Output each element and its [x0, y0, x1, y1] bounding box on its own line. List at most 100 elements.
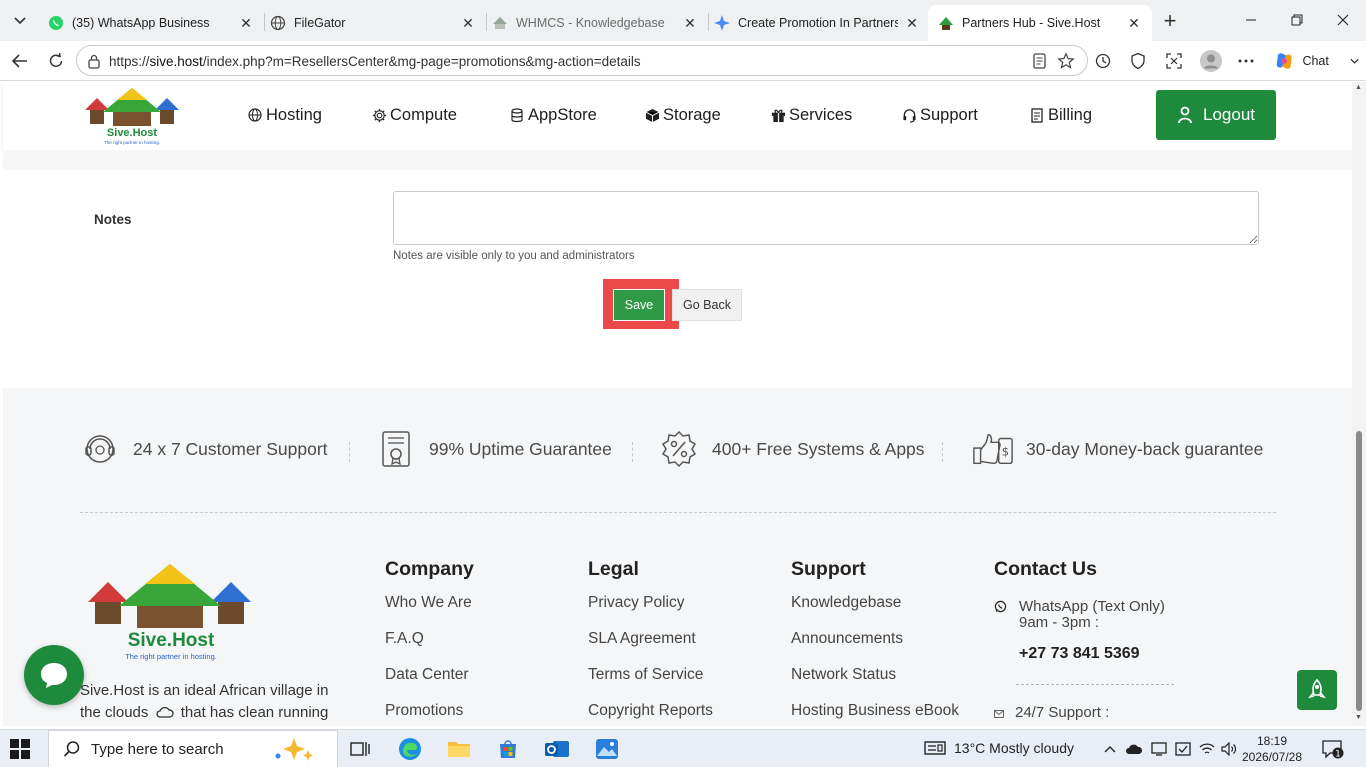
page-scrollbar[interactable]: ▲ ▼: [1352, 82, 1366, 726]
footer-link[interactable]: Promotions: [385, 702, 474, 726]
sparkle-icon: [714, 15, 730, 31]
sive-host-favicon-icon: [939, 17, 953, 30]
nav-appstore[interactable]: AppStore: [509, 104, 597, 126]
tab-label: FileGator: [294, 16, 346, 30]
reader-mode-icon[interactable]: [1030, 52, 1048, 70]
footer-link[interactable]: Terms of Service: [588, 666, 713, 702]
volume-icon[interactable]: [1220, 740, 1238, 758]
nav-billing[interactable]: Billing: [1029, 104, 1092, 126]
footer-link[interactable]: Privacy Policy: [588, 594, 713, 630]
shield-icon[interactable]: [1128, 51, 1148, 71]
close-tab-icon[interactable]: ✕: [238, 15, 254, 31]
tray-overflow-icon[interactable]: [1101, 740, 1119, 758]
whatsapp-icon: [49, 16, 63, 30]
edge-browser-icon[interactable]: [396, 735, 424, 763]
notification-count: 1: [1335, 750, 1341, 760]
chevron-down-icon: [1350, 58, 1359, 64]
url-text: https://sive.host/index.php?m=ResellersC…: [109, 54, 641, 69]
nav-label: AppStore: [528, 105, 597, 124]
footer-link[interactable]: Data Center: [385, 666, 474, 702]
footer-link[interactable]: Hosting Business eBook: [791, 702, 959, 726]
nav-storage[interactable]: Storage: [644, 104, 721, 126]
footer-col-contact: Contact Us: [994, 558, 1097, 594]
refresh-icon[interactable]: [41, 47, 71, 75]
windows-start-icon[interactable]: [10, 739, 30, 759]
minimize-icon[interactable]: [1228, 0, 1274, 40]
footer-link[interactable]: Network Status: [791, 666, 959, 702]
feature-label: 99% Uptime Guarantee: [429, 438, 612, 459]
footer-link[interactable]: Knowledgebase: [791, 594, 959, 630]
onedrive-icon[interactable]: [1125, 740, 1143, 758]
taskbar-clock[interactable]: 18:19 2026/07/28: [1240, 733, 1304, 765]
tab-whmcs[interactable]: WHMCS - Knowledgebase ✕: [482, 5, 708, 41]
microsoft-store-icon[interactable]: [494, 735, 522, 763]
tab-label: (35) WhatsApp Business: [72, 16, 210, 30]
close-tab-icon[interactable]: ✕: [682, 15, 698, 31]
tab-create-promotion[interactable]: Create Promotion In Partners H ✕: [704, 5, 930, 41]
new-tab-icon[interactable]: +: [1157, 8, 1183, 33]
contact-whatsapp-hours: 9am - 3pm :: [1019, 614, 1100, 631]
taskbar-search-box[interactable]: Type here to search: [48, 730, 338, 767]
footer-link[interactable]: Announcements: [791, 630, 959, 666]
scrollbar-thumb[interactable]: [1356, 431, 1362, 711]
logout-button[interactable]: Logout: [1156, 90, 1276, 140]
security-icon[interactable]: [1174, 740, 1192, 758]
more-options-icon[interactable]: [1236, 51, 1256, 71]
tab-actions-menu-icon[interactable]: [6, 7, 34, 33]
footer-link[interactable]: F.A.Q: [385, 630, 474, 666]
windows-taskbar: Type here to search 13°C Mostly cloudy 1…: [0, 729, 1366, 767]
nav-services[interactable]: Services: [770, 104, 852, 126]
notification-center-icon[interactable]: 1: [1322, 739, 1344, 764]
footer-divider: [80, 512, 1276, 513]
footer-link[interactable]: Copyright Reports: [588, 702, 713, 726]
history-icon[interactable]: [1093, 51, 1113, 71]
file-explorer-icon[interactable]: [445, 735, 473, 763]
back-arrow-icon[interactable]: [5, 47, 35, 75]
close-window-icon[interactable]: [1320, 0, 1366, 40]
address-bar[interactable]: https://sive.host/index.php?m=ResellersC…: [76, 45, 1088, 76]
browser-toolbar: https://sive.host/index.php?m=ResellersC…: [0, 41, 1366, 81]
live-chat-button[interactable]: [24, 645, 84, 705]
footer-link[interactable]: SLA Agreement: [588, 630, 713, 666]
search-highlight-icon: [275, 738, 313, 761]
footer-link[interactable]: Who We Are: [385, 594, 474, 630]
outlook-icon[interactable]: [543, 735, 571, 763]
save-button[interactable]: Save: [613, 289, 665, 321]
wifi-icon[interactable]: [1198, 740, 1216, 758]
weather-text: 13°C Mostly cloudy: [954, 740, 1074, 756]
lock-icon[interactable]: [87, 53, 101, 69]
screenshot-icon[interactable]: [1164, 51, 1184, 71]
restore-icon[interactable]: [1274, 0, 1320, 40]
task-view-icon[interactable]: [346, 735, 374, 763]
profile-avatar-icon[interactable]: [1198, 48, 1224, 74]
whatsapp-icon: [994, 600, 1007, 613]
weather-widget[interactable]: 13°C Mostly cloudy: [924, 739, 1074, 757]
close-tab-icon[interactable]: ✕: [460, 15, 476, 31]
favorite-star-icon[interactable]: [1057, 52, 1075, 70]
clock-time: 18:19: [1256, 734, 1288, 748]
tab-filegator[interactable]: FileGator ✕: [260, 5, 486, 41]
invoice-icon: [1029, 107, 1045, 123]
notes-textarea[interactable]: [393, 191, 1259, 245]
nav-hosting[interactable]: Hosting: [247, 104, 322, 126]
tab-whatsapp[interactable]: (35) WhatsApp Business ✕: [38, 5, 264, 41]
svg-text:$: $: [1002, 445, 1009, 459]
go-back-button[interactable]: Go Back: [672, 289, 742, 321]
contact-phone[interactable]: +27 73 841 5369: [1019, 645, 1140, 663]
footer-col-legal: Legal Privacy Policy SLA Agreement Terms…: [588, 558, 713, 726]
sive-host-logo[interactable]: Sive.Host The right partner in hosting.: [83, 86, 181, 146]
back-to-top-button[interactable]: [1297, 670, 1337, 710]
nav-support[interactable]: Support: [901, 104, 978, 126]
photos-app-icon[interactable]: [593, 735, 621, 763]
close-tab-icon[interactable]: ✕: [1126, 15, 1142, 31]
copilot-chat-button[interactable]: Chat: [1268, 46, 1360, 76]
footer-logo[interactable]: Sive.Host The right partner in hosting.: [85, 560, 255, 668]
contact-support-label: 24/7 Support :: [1015, 704, 1110, 721]
remote-display-icon[interactable]: [1150, 740, 1168, 758]
gift-icon: [770, 107, 786, 123]
globe-icon: [270, 15, 286, 31]
nav-compute[interactable]: Compute: [371, 104, 457, 126]
close-tab-icon[interactable]: ✕: [904, 15, 920, 31]
nav-label: Services: [789, 105, 853, 124]
tab-partners-hub[interactable]: Partners Hub - Sive.Host ✕: [928, 5, 1152, 41]
